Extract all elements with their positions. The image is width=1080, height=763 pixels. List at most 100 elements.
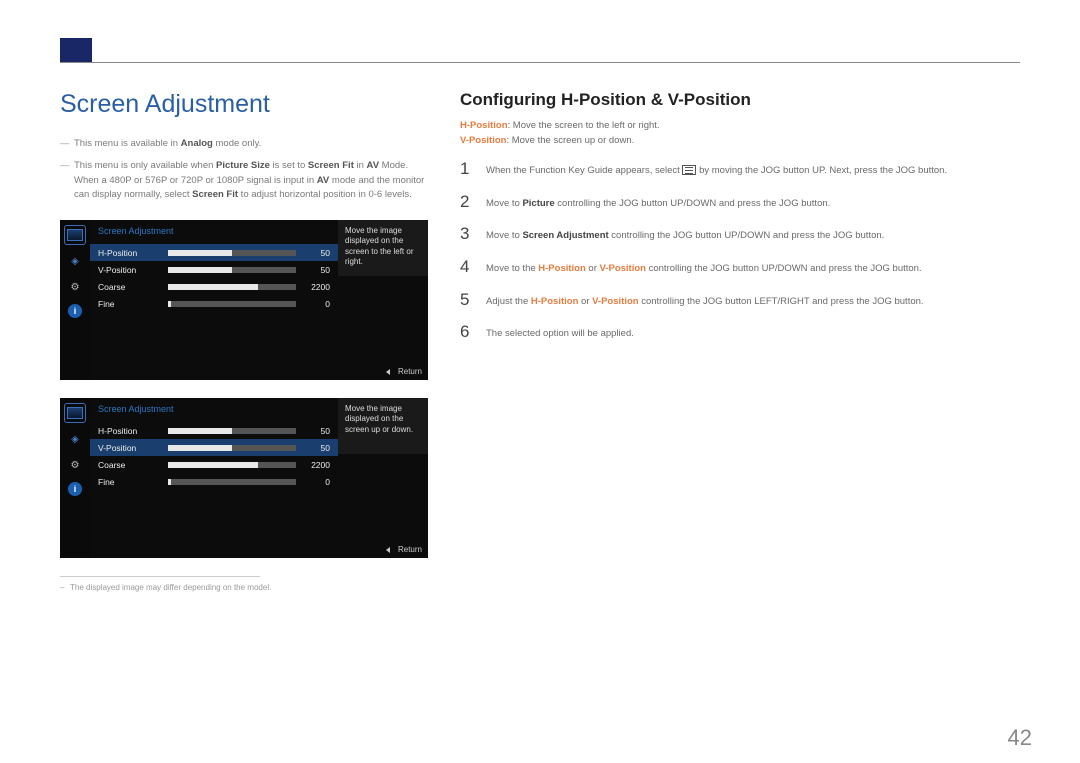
osd-sidebar: ◈ ⚙ i bbox=[60, 220, 90, 380]
s2-post: controlling the JOG button UP/DOWN and p… bbox=[555, 198, 831, 209]
monitor-icon bbox=[65, 404, 85, 422]
n2-b1: Picture Size bbox=[216, 160, 270, 171]
subsection-title: Configuring H-Position & V-Position bbox=[460, 90, 1020, 110]
osd-label: V-Position bbox=[98, 265, 168, 275]
step-6: 6 The selected option will be applied. bbox=[460, 323, 1020, 342]
osd-label: Coarse bbox=[98, 282, 168, 292]
step-text: The selected option will be applied. bbox=[486, 323, 634, 341]
osd-slider bbox=[168, 301, 296, 307]
step-text: When the Function Key Guide appears, sel… bbox=[486, 160, 947, 178]
osd-slider-fill bbox=[168, 479, 171, 485]
header-accent-block bbox=[60, 38, 92, 62]
back-triangle-icon bbox=[386, 547, 390, 553]
step-number: 4 bbox=[460, 258, 474, 277]
osd-screenshot-vposition: ◈ ⚙ i Screen Adjustment H-Position 50 V-… bbox=[60, 398, 428, 558]
s5-o1: H-Position bbox=[531, 296, 579, 307]
right-column: Configuring H-Position & V-Position H-Po… bbox=[460, 90, 1020, 592]
step-2: 2 Move to Picture controlling the JOG bu… bbox=[460, 193, 1020, 212]
s5-post: controlling the JOG button LEFT/RIGHT an… bbox=[639, 296, 924, 307]
osd-label: Coarse bbox=[98, 460, 168, 470]
osd-slider bbox=[168, 462, 296, 468]
menu-icon bbox=[682, 165, 696, 175]
osd-value: 50 bbox=[296, 248, 330, 258]
s4-o1: H-Position bbox=[538, 263, 586, 274]
n2-mid1: is set to bbox=[270, 160, 308, 171]
osd-tooltip: Move the image displayed on the screen t… bbox=[338, 220, 428, 276]
osd-slider-fill bbox=[168, 284, 258, 290]
info-icon: i bbox=[68, 304, 82, 318]
s3-pre: Move to bbox=[486, 230, 522, 241]
osd-row-fine: Fine 0 bbox=[90, 473, 338, 490]
osd-slider bbox=[168, 267, 296, 273]
step-number: 1 bbox=[460, 160, 474, 179]
s1-post: by moving the JOG button UP. Next, press… bbox=[696, 165, 947, 176]
section-title: Screen Adjustment bbox=[60, 90, 430, 119]
osd-row-hposition: H-Position 50 bbox=[90, 244, 338, 261]
page-content: Screen Adjustment This menu is available… bbox=[60, 90, 1020, 592]
s3-post: controlling the JOG button UP/DOWN and p… bbox=[609, 230, 885, 241]
desc-hposition: H-Position: Move the screen to the left … bbox=[460, 120, 1020, 131]
n2-pre: This menu is only available when bbox=[74, 160, 216, 171]
osd-label: Fine bbox=[98, 477, 168, 487]
return-label: Return bbox=[398, 367, 422, 376]
osd-title: Screen Adjustment bbox=[90, 398, 338, 422]
step-4: 4 Move to the H-Position or V-Position c… bbox=[460, 258, 1020, 277]
gear-icon: ⚙ bbox=[65, 456, 85, 474]
pattern-icon: ◈ bbox=[65, 252, 85, 270]
osd-footer: Return bbox=[386, 367, 422, 376]
osd-slider bbox=[168, 250, 296, 256]
footnote: The displayed image may differ depending… bbox=[60, 583, 430, 592]
step-number: 6 bbox=[460, 323, 474, 342]
s3-bold: Screen Adjustment bbox=[522, 230, 608, 241]
osd-row-coarse: Coarse 2200 bbox=[90, 456, 338, 473]
gear-icon: ⚙ bbox=[65, 278, 85, 296]
osd-title: Screen Adjustment bbox=[90, 220, 338, 244]
osd-footer: Return bbox=[386, 545, 422, 554]
osd-value: 50 bbox=[296, 426, 330, 436]
osd-sidebar: ◈ ⚙ i bbox=[60, 398, 90, 558]
osd-slider-fill bbox=[168, 462, 258, 468]
osd-row-coarse: Coarse 2200 bbox=[90, 278, 338, 295]
step-text: Move to the H-Position or V-Position con… bbox=[486, 258, 922, 276]
desc1-text: : Move the screen to the left or right. bbox=[508, 120, 660, 131]
osd-tooltip: Move the image displayed on the screen u… bbox=[338, 398, 428, 454]
note-picture-size: This menu is only available when Picture… bbox=[60, 159, 430, 202]
osd-label: Fine bbox=[98, 299, 168, 309]
s1-pre: When the Function Key Guide appears, sel… bbox=[486, 165, 682, 176]
return-label: Return bbox=[398, 545, 422, 554]
osd-screenshot-hposition: ◈ ⚙ i Screen Adjustment H-Position 50 V-… bbox=[60, 220, 428, 380]
desc-vposition: V-Position: Move the screen up or down. bbox=[460, 135, 1020, 146]
step-text: Move to Screen Adjustment controlling th… bbox=[486, 225, 884, 243]
header-divider bbox=[60, 62, 1020, 63]
osd-main: Screen Adjustment H-Position 50 V-Positi… bbox=[90, 220, 338, 380]
left-column: Screen Adjustment This menu is available… bbox=[60, 90, 430, 592]
osd-slider bbox=[168, 479, 296, 485]
osd-value: 0 bbox=[296, 299, 330, 309]
note1-post: mode only. bbox=[213, 138, 261, 149]
step-number: 3 bbox=[460, 225, 474, 244]
osd-row-fine: Fine 0 bbox=[90, 295, 338, 312]
s2-bold: Picture bbox=[522, 198, 554, 209]
s5-o2: V-Position bbox=[592, 296, 638, 307]
osd-row-hposition: H-Position 50 bbox=[90, 422, 338, 439]
desc1-label: H-Position bbox=[460, 120, 508, 131]
osd-slider-fill bbox=[168, 250, 232, 256]
note-analog: This menu is available in Analog mode on… bbox=[60, 137, 430, 151]
osd-slider-fill bbox=[168, 428, 232, 434]
osd-label: H-Position bbox=[98, 426, 168, 436]
pattern-icon: ◈ bbox=[65, 430, 85, 448]
s4-post: controlling the JOG button UP/DOWN and p… bbox=[646, 263, 922, 274]
n2-b2: Screen Fit bbox=[308, 160, 354, 171]
osd-slider-fill bbox=[168, 267, 232, 273]
note1-pre: This menu is available in bbox=[74, 138, 181, 149]
n2-post: to adjust horizontal position in 0-6 lev… bbox=[238, 189, 412, 200]
osd-value: 0 bbox=[296, 477, 330, 487]
step-number: 2 bbox=[460, 193, 474, 212]
osd-row-vposition: V-Position 50 bbox=[90, 439, 338, 456]
osd-slider bbox=[168, 428, 296, 434]
s5-pre: Adjust the bbox=[486, 296, 531, 307]
n2-mid2: in bbox=[354, 160, 367, 171]
s4-mid: or bbox=[586, 263, 600, 274]
step-5: 5 Adjust the H-Position or V-Position co… bbox=[460, 291, 1020, 310]
osd-value: 50 bbox=[296, 265, 330, 275]
